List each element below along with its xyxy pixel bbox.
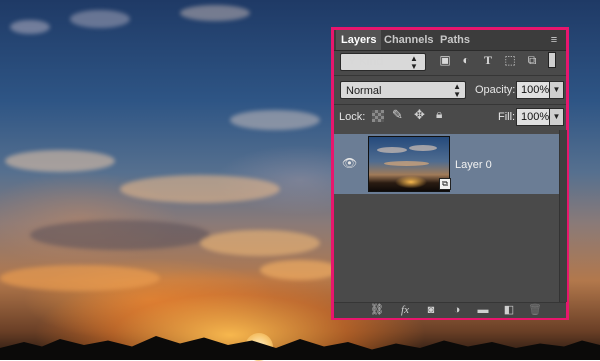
layer-thumbnail[interactable] (368, 136, 450, 192)
cloud (30, 220, 210, 250)
fill-label: Fill: (498, 111, 516, 123)
lock-transparent-pixels-icon[interactable] (372, 110, 384, 122)
layers-bottom-bar: ⛓ fx ◙ ◑ ▬ ◧ 🗑︎ (334, 302, 566, 318)
image-filter-icon[interactable]: ▣ (438, 53, 452, 67)
tab-paths[interactable]: Paths (435, 30, 475, 50)
smart-object-filter-icon[interactable]: ⧉ (525, 53, 539, 67)
layer-name[interactable]: Layer 0 (455, 159, 492, 171)
cloud (70, 10, 130, 28)
filter-row: ⚲ Kind ▲ ▼ ▣ ◐ T ⬚ ⧉ (334, 50, 566, 74)
cloud (0, 265, 160, 291)
lock-row: Lock: ✎ ✥ 🔒︎ Fill: 100% ▼ (334, 105, 566, 130)
layer-list-scrollbar[interactable] (559, 130, 567, 302)
cloud (230, 110, 320, 130)
cloud (180, 5, 250, 21)
adjustment-filter-icon[interactable]: ◐ (459, 53, 473, 67)
cloud (5, 150, 115, 172)
filter-toggle-icon[interactable] (548, 52, 556, 68)
opacity-label: Opacity: (475, 84, 516, 96)
opacity-field[interactable]: 100% (516, 81, 550, 99)
new-layer-icon[interactable]: ◧ (502, 303, 516, 318)
search-icon: ⚲ (348, 55, 356, 66)
tab-channels[interactable]: Channels (379, 30, 439, 50)
filter-kind-value: Kind (359, 54, 384, 68)
chevron-up-down-icon: ▲ ▼ (453, 82, 461, 99)
filter-kind-dropdown[interactable]: ⚲ Kind ▲ ▼ (340, 53, 426, 71)
cloud (200, 230, 320, 256)
cloud (120, 175, 280, 203)
opacity-dropdown-arrow[interactable]: ▼ (550, 81, 564, 99)
new-group-folder-icon[interactable]: ▬ (476, 303, 490, 318)
eye-visibility-icon[interactable]: 👁︎ (342, 156, 357, 170)
panel-tab-bar: Layers Channels Paths ≡ (334, 30, 566, 51)
panel-menu-icon[interactable]: ≡ (548, 34, 560, 46)
fill-dropdown-arrow[interactable]: ▼ (550, 108, 564, 126)
lock-image-pixels-icon[interactable]: ✎ (392, 107, 403, 123)
cloud (260, 260, 340, 280)
delete-trash-icon[interactable]: 🗑︎ (528, 303, 542, 318)
lock-all-icon[interactable]: 🔒︎ (436, 107, 442, 122)
link-layers-icon[interactable]: ⛓ (370, 303, 384, 318)
blend-row: Normal ▲ ▼ Opacity: 100% ▼ (334, 76, 566, 104)
fx-icon[interactable]: fx (396, 303, 414, 318)
blend-mode-value: Normal (346, 85, 382, 97)
cloud (10, 20, 50, 34)
blend-mode-dropdown[interactable]: Normal ▲ ▼ (340, 81, 466, 99)
chevron-up-down-icon: ▲ ▼ (410, 54, 418, 71)
layers-panel: Layers Channels Paths ≡ ⚲ Kind ▲ ▼ ▣ ◐ T … (331, 27, 569, 320)
smart-object-badge-icon: ⧉ (439, 178, 451, 190)
adjustment-layer-icon[interactable]: ◑ (450, 303, 464, 318)
add-mask-icon[interactable]: ◙ (424, 303, 438, 318)
lock-label: Lock: (339, 111, 366, 123)
type-filter-icon[interactable]: T (481, 53, 495, 67)
fill-field[interactable]: 100% (516, 108, 550, 126)
shape-filter-icon[interactable]: ⬚ (503, 53, 517, 67)
tab-layers[interactable]: Layers (336, 30, 382, 50)
lock-position-icon[interactable]: ✥ (414, 107, 425, 123)
